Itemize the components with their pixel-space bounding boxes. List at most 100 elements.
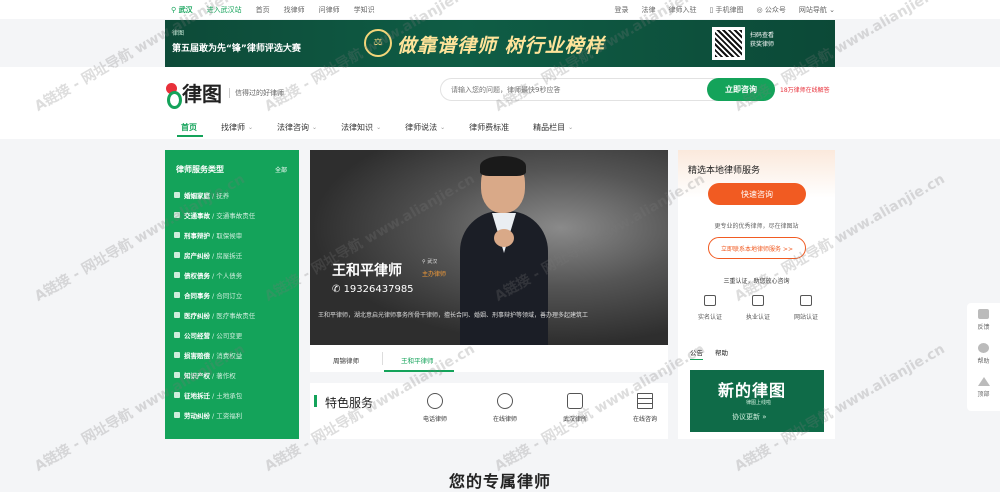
lawyer-join-link[interactable]: 律师入驻: [668, 5, 696, 15]
site-logo[interactable]: 律图 信得过的好律师: [165, 78, 284, 109]
help-icon: [978, 343, 989, 353]
scale-seal-icon: ⚖: [364, 29, 392, 57]
category-icon: [174, 272, 180, 278]
lawyer-description: 王和平律师，湖北意启光律师事务所骨干律师，擅长合同、婚姻、刑事辩护等领域，善办理…: [318, 312, 589, 319]
nav-item-legal-consult[interactable]: 法律咨询 ⌄: [277, 122, 317, 133]
sidebar-item[interactable]: 交通事故 / 交通事故责任: [174, 205, 292, 225]
banner-subtitle: 第五届敢为先“锋”律师评选大赛: [172, 44, 301, 54]
promo-link[interactable]: 协议更新 »: [732, 412, 767, 422]
local-service-panel: 精选本地律师服务 快速咨询 更专业的优秀律师，尽在律图站 立即联系本地律师服务 …: [678, 150, 835, 439]
sidebar-item[interactable]: 损害赔偿 / 消费权益: [174, 345, 292, 365]
tab-lawyer-1[interactable]: 周锦律师: [333, 355, 359, 365]
quick-consult-button[interactable]: 快速咨询: [708, 183, 806, 205]
mobile-app-link[interactable]: ▯ 手机律图: [709, 5, 743, 15]
sidebar-item[interactable]: 刑事辩护 / 取保候审: [174, 225, 292, 245]
ad-banner[interactable]: 律图 第五届敢为先“锋”律师评选大赛 ⚖ 做靠谱律师 树行业榜样 扫码查看 获奖…: [165, 20, 835, 67]
promo-card[interactable]: 新的律图 律图上线啦 协议更新 »: [690, 370, 824, 432]
top-link-find-lawyer[interactable]: 找律师: [284, 5, 305, 15]
hotline-text: 18万律师在线解答: [780, 87, 830, 94]
badge-website: 网站认证: [788, 295, 824, 321]
qr-caption: 扫码查看 获奖律师: [750, 32, 775, 48]
tab-help[interactable]: 帮助: [715, 347, 728, 360]
sidebar-all-link[interactable]: 全部: [275, 165, 287, 174]
main-nav: 首页 找律师 ⌄ 法律咨询 ⌄ 法律知识 ⌄ 律师说法 ⌄ 律师费标准 精品栏目 ⌄: [181, 122, 597, 133]
nav-active-underline: [177, 135, 203, 137]
badge-real-name: 实名认证: [692, 295, 728, 321]
chevron-down-icon: ⌄: [312, 124, 318, 131]
document-icon: [567, 393, 583, 409]
category-icon: [174, 312, 180, 318]
service-type-list: 婚姻家庭 / 抚养 交通事故 / 交通事故责任 刑事辩护 / 取保候审 房产纠纷 / 房…: [174, 185, 292, 425]
id-card-icon: [704, 295, 716, 306]
service-phone-lawyer[interactable]: 电话律师: [400, 393, 470, 423]
back-to-top-button[interactable]: 顶部: [967, 371, 1000, 405]
feedback-button[interactable]: 反馈: [967, 303, 1000, 337]
wechat-link[interactable]: ◎ 公众号: [757, 5, 786, 15]
certificate-icon: [752, 295, 764, 306]
sidebar-item[interactable]: 医疗纠纷 / 医疗事故责任: [174, 305, 292, 325]
sidebar-item[interactable]: 知识产权 / 著作权: [174, 365, 292, 385]
nav-item-featured[interactable]: 精品栏目 ⌄: [533, 122, 573, 133]
tab-announcement[interactable]: 公告: [690, 347, 703, 360]
phone-icon: ✆: [332, 284, 344, 295]
feedback-icon: [978, 309, 989, 319]
service-online-consult[interactable]: 在线咨询: [610, 393, 680, 423]
top-link-learn[interactable]: 学知识: [354, 5, 375, 15]
city-selector[interactable]: ⚲ 武汉: [171, 5, 193, 15]
tab-active-underline: [384, 370, 454, 372]
featured-lawyer-card[interactable]: 王和平律师 ⚲ 武汉 主办律师 ✆ 19326437985 王和平律师，湖北意启…: [310, 150, 668, 345]
sidebar-item[interactable]: 公司经营 / 公司变更: [174, 325, 292, 345]
consult-button[interactable]: 立即咨询: [707, 78, 775, 101]
panel-note: 更专业的优秀律师，尽在律图站: [714, 223, 799, 230]
category-icon: [174, 412, 180, 418]
tab-lawyer-2[interactable]: 王和平律师: [401, 355, 434, 365]
category-icon: [174, 372, 180, 378]
category-icon: [174, 392, 180, 398]
qr-code: [712, 27, 745, 60]
user-icon: [497, 393, 513, 409]
category-icon: [174, 192, 180, 198]
sidebar-item[interactable]: 债权债务 / 个人债务: [174, 265, 292, 285]
sidebar-item[interactable]: 劳动纠纷 / 工资福利: [174, 405, 292, 425]
help-button[interactable]: 帮助: [967, 337, 1000, 371]
top-link-home[interactable]: 首页: [256, 5, 270, 15]
service-type-sidebar: 律师服务类型 全部 婚姻家庭 / 抚养 交通事故 / 交通事故责任 刑事辩护 / 取保…: [165, 150, 299, 439]
service-law-firm[interactable]: 武汉律所: [540, 393, 610, 423]
service-online-lawyer[interactable]: 在线律师: [470, 393, 540, 423]
site-nav-link[interactable]: 网站导航 ⌄: [799, 5, 835, 15]
nav-item-fee-standard[interactable]: 律师费标准: [469, 122, 509, 133]
lawyer-name: 王和平律师: [332, 263, 402, 279]
category-icon: [174, 232, 180, 238]
certification-badges: 实名认证 执业认证 网站认证: [692, 295, 824, 321]
top-link-law[interactable]: 法律: [641, 5, 655, 15]
sidebar-item[interactable]: 征地拆迁 / 土地承包: [174, 385, 292, 405]
lawyer-switch-tabs: 周锦律师 王和平律师: [310, 345, 668, 372]
sidebar-item[interactable]: 婚姻家庭 / 抚养: [174, 185, 292, 205]
enter-city-site-link[interactable]: 进入武汉站: [207, 5, 242, 15]
login-link[interactable]: 登录: [614, 5, 628, 15]
arrow-up-icon: [977, 377, 990, 386]
nav-item-legal-knowledge[interactable]: 法律知识 ⌄: [341, 122, 381, 133]
nav-item-find-lawyer[interactable]: 找律师 ⌄: [221, 122, 253, 133]
category-icon: [174, 292, 180, 298]
site-header: 律图 信得过的好律师 立即咨询 18万律师在线解答 首页 找律师⌄ 法律咨询⌄ …: [0, 67, 1000, 139]
category-icon: [174, 252, 180, 258]
chevron-down-icon: ⌄: [440, 124, 446, 131]
sidebar-item[interactable]: 房产纠纷 / 房屋拆迁: [174, 245, 292, 265]
promo-title: 新的律图: [718, 381, 787, 400]
badge-practice: 执业认证: [740, 295, 776, 321]
triple-check-text: 三重认证，助您放心咨询: [723, 278, 790, 285]
notice-tabs: 公告 帮助: [690, 347, 728, 360]
phone-icon: [427, 393, 443, 409]
wechat-icon: ◎: [756, 6, 763, 14]
nav-item-home[interactable]: 首页: [181, 122, 197, 133]
category-icon: [174, 212, 180, 218]
nav-item-lawyer-talks[interactable]: 律师说法 ⌄: [405, 122, 445, 133]
top-link-ask-lawyer[interactable]: 问律师: [319, 5, 340, 15]
sidebar-item[interactable]: 合同事务 / 合同订立: [174, 285, 292, 305]
local-lawyer-button[interactable]: 立即联系本地律师服务 >>: [708, 237, 806, 259]
search-input[interactable]: [451, 84, 691, 96]
list-icon: [637, 393, 653, 409]
chevron-down-icon: ⌄: [248, 124, 254, 131]
shield-icon: [800, 295, 812, 306]
